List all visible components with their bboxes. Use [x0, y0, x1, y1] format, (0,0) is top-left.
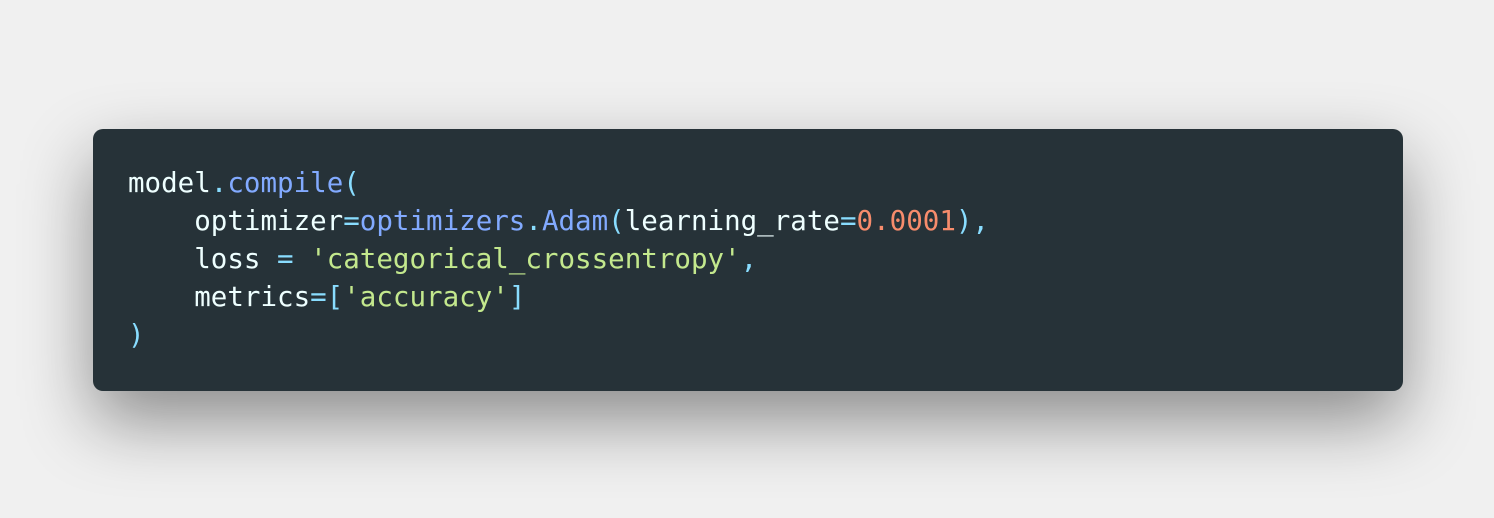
- code-line-2: optimizer=optimizers.Adam(learning_rate=…: [128, 202, 1403, 240]
- code-token: loss: [128, 243, 278, 275]
- code-token: ),: [955, 205, 989, 237]
- code-token: optimizer: [128, 205, 344, 237]
- code-block: model.compile( optimizer=optimizers.Adam…: [93, 129, 1403, 391]
- code-token: (: [343, 167, 360, 199]
- code-token: =: [277, 243, 294, 275]
- code-token: =: [839, 205, 857, 237]
- code-token: =: [343, 205, 360, 237]
- code-line-5: ): [128, 316, 1403, 354]
- code-token: ): [128, 319, 145, 351]
- code-token: 'accuracy': [343, 281, 509, 313]
- code-text: model.compile( optimizer=optimizers.Adam…: [128, 164, 1403, 354]
- code-token: .: [210, 167, 228, 199]
- code-line-3: loss = 'categorical_crossentropy',: [128, 240, 1403, 278]
- code-line-4: metrics=['accuracy']: [128, 278, 1403, 316]
- code-token: 0.0001: [856, 205, 956, 237]
- code-token: learning_rate: [624, 205, 840, 237]
- code-line-1: model.compile(: [128, 164, 1403, 202]
- code-token: (: [608, 205, 625, 237]
- code-token: metrics: [128, 281, 311, 313]
- code-token: 'categorical_crossentropy': [310, 243, 741, 275]
- code-token: Adam: [541, 205, 609, 237]
- code-token: .: [525, 205, 542, 237]
- code-token: =[: [310, 281, 344, 313]
- code-token: model: [128, 167, 211, 199]
- code-token: ,: [740, 243, 758, 275]
- code-token: compile: [227, 167, 344, 199]
- code-token: optimizers: [359, 205, 526, 237]
- code-token: ]: [508, 281, 526, 313]
